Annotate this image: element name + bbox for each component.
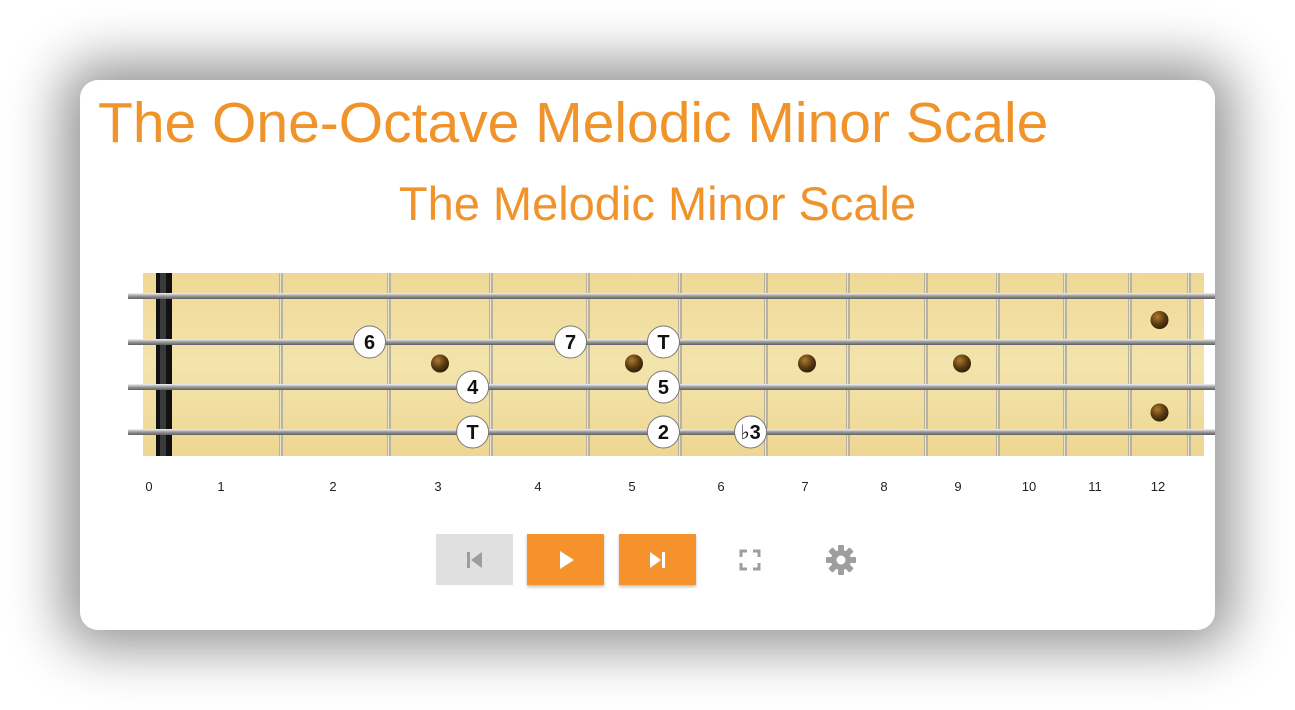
fret-number: 2 (329, 479, 336, 494)
fret-wire-highlight (1129, 273, 1130, 456)
note-label: 6 (364, 332, 375, 354)
scale-note: T (456, 415, 490, 449)
fret-inlay-dot (1150, 403, 1169, 422)
fret-number: 1 (217, 479, 224, 494)
playback-controls (436, 534, 896, 585)
scale-note: ♭3 (734, 415, 768, 449)
fret-inlay-dot (431, 354, 449, 373)
fret-number: 4 (534, 479, 541, 494)
fret-number: 5 (628, 479, 635, 494)
fret-inlay-dot (1150, 311, 1169, 329)
note-label: 5 (658, 377, 669, 399)
fret-number: 7 (801, 479, 808, 494)
scale-note: 7 (554, 325, 588, 359)
fullscreen-icon (739, 549, 760, 570)
fret-inlay-dot (625, 354, 643, 373)
fret-number: 8 (880, 479, 887, 494)
fullscreen-button[interactable] (724, 534, 775, 585)
next-step-button[interactable] (619, 534, 696, 585)
nut-highlight (160, 273, 166, 456)
gear-icon (825, 544, 856, 575)
fret-inlay-dot (798, 354, 816, 373)
scale-note: 4 (456, 370, 490, 404)
fret-number: 10 (1022, 479, 1036, 494)
fret-wire-highlight (490, 273, 491, 456)
fret-number: 11 (1088, 479, 1102, 494)
fret-wire-highlight (925, 273, 926, 456)
fret-wire-highlight (1188, 273, 1189, 456)
fretboard-diagram: 6 7 T4 5T 2 ♭3 0 1 2 3 4 5 6 7 8 9 10 11 12 (128, 273, 1215, 494)
fret-number: 6 (717, 479, 724, 494)
note-label: T (467, 422, 479, 444)
play-icon (559, 550, 574, 569)
play-button[interactable] (527, 534, 604, 585)
scale-note: T (646, 325, 680, 359)
fret-inlay-dot (953, 354, 971, 373)
previous-step-button[interactable] (436, 534, 513, 585)
fret-wire-highlight (280, 273, 281, 456)
fret-wire-highlight (997, 273, 998, 456)
note-label: 4 (467, 377, 479, 399)
note-label: T (657, 332, 669, 354)
skip-previous-icon (466, 551, 482, 568)
fret-number: 12 (1151, 479, 1165, 494)
note-label: ♭3 (740, 422, 761, 444)
fret-number: 0 (145, 479, 152, 494)
fret-number: 3 (434, 479, 441, 494)
scale-note: 5 (646, 370, 680, 404)
fret-wire-highlight (1064, 273, 1065, 456)
fret-wire-highlight (587, 273, 588, 456)
string-1 (128, 293, 1215, 299)
scale-note: 2 (646, 415, 680, 449)
fret-wire-highlight (847, 273, 848, 456)
scale-note: 6 (353, 325, 387, 359)
fret-wire-highlight (388, 273, 389, 456)
settings-button[interactable] (815, 534, 866, 585)
note-label: 2 (658, 422, 669, 444)
fret-numbers: 0 1 2 3 4 5 6 7 8 9 10 11 12 (145, 479, 1165, 494)
skip-next-icon (649, 551, 665, 568)
note-label: 7 (565, 332, 576, 354)
fret-number: 9 (954, 479, 961, 494)
lesson-card: The One-Octave Melodic Minor Scale The M… (80, 80, 1215, 630)
